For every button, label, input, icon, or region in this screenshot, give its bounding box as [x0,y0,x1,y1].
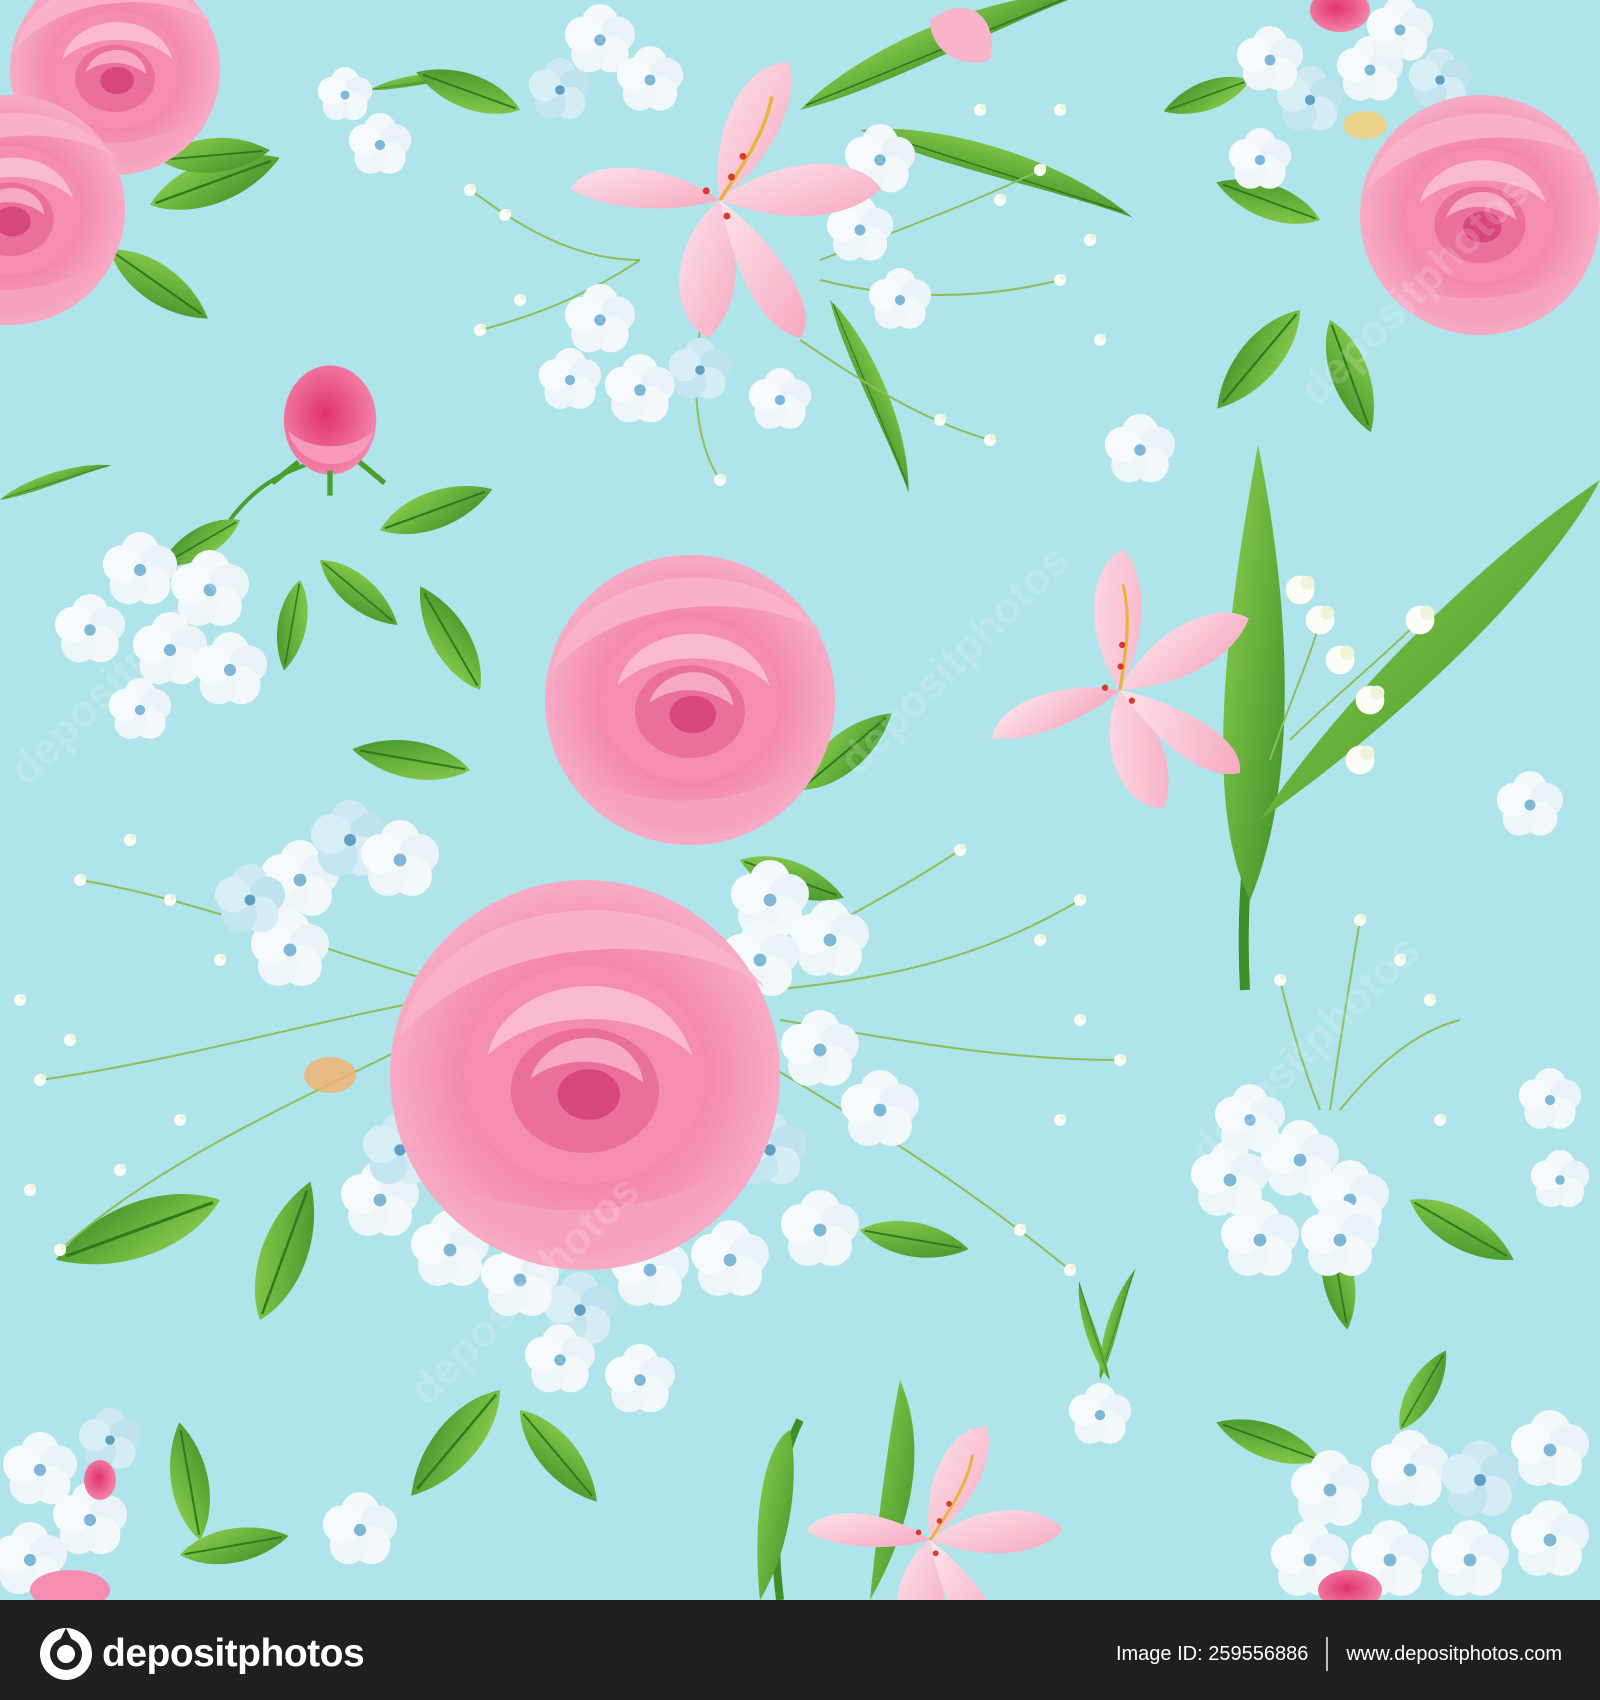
divider [1326,1637,1329,1671]
image-meta: Image ID: 259556886 www.depositphotos.co… [1116,1637,1562,1671]
floral-pattern-illustration [0,0,1600,1600]
image-id: Image ID: 259556886 [1115,1642,1309,1665]
brand-logo[interactable]: depositphotos [38,1626,365,1682]
stock-image-page: depositphotos depositphotos depositphoto… [0,0,1600,1700]
attribution-footer: depositphotos Image ID: 259556886 www.de… [0,1600,1600,1700]
brand-name: depositphotos [102,1632,365,1675]
site-url[interactable]: www.depositphotos.com [1346,1643,1562,1666]
camera-shutter-icon [40,1628,92,1680]
